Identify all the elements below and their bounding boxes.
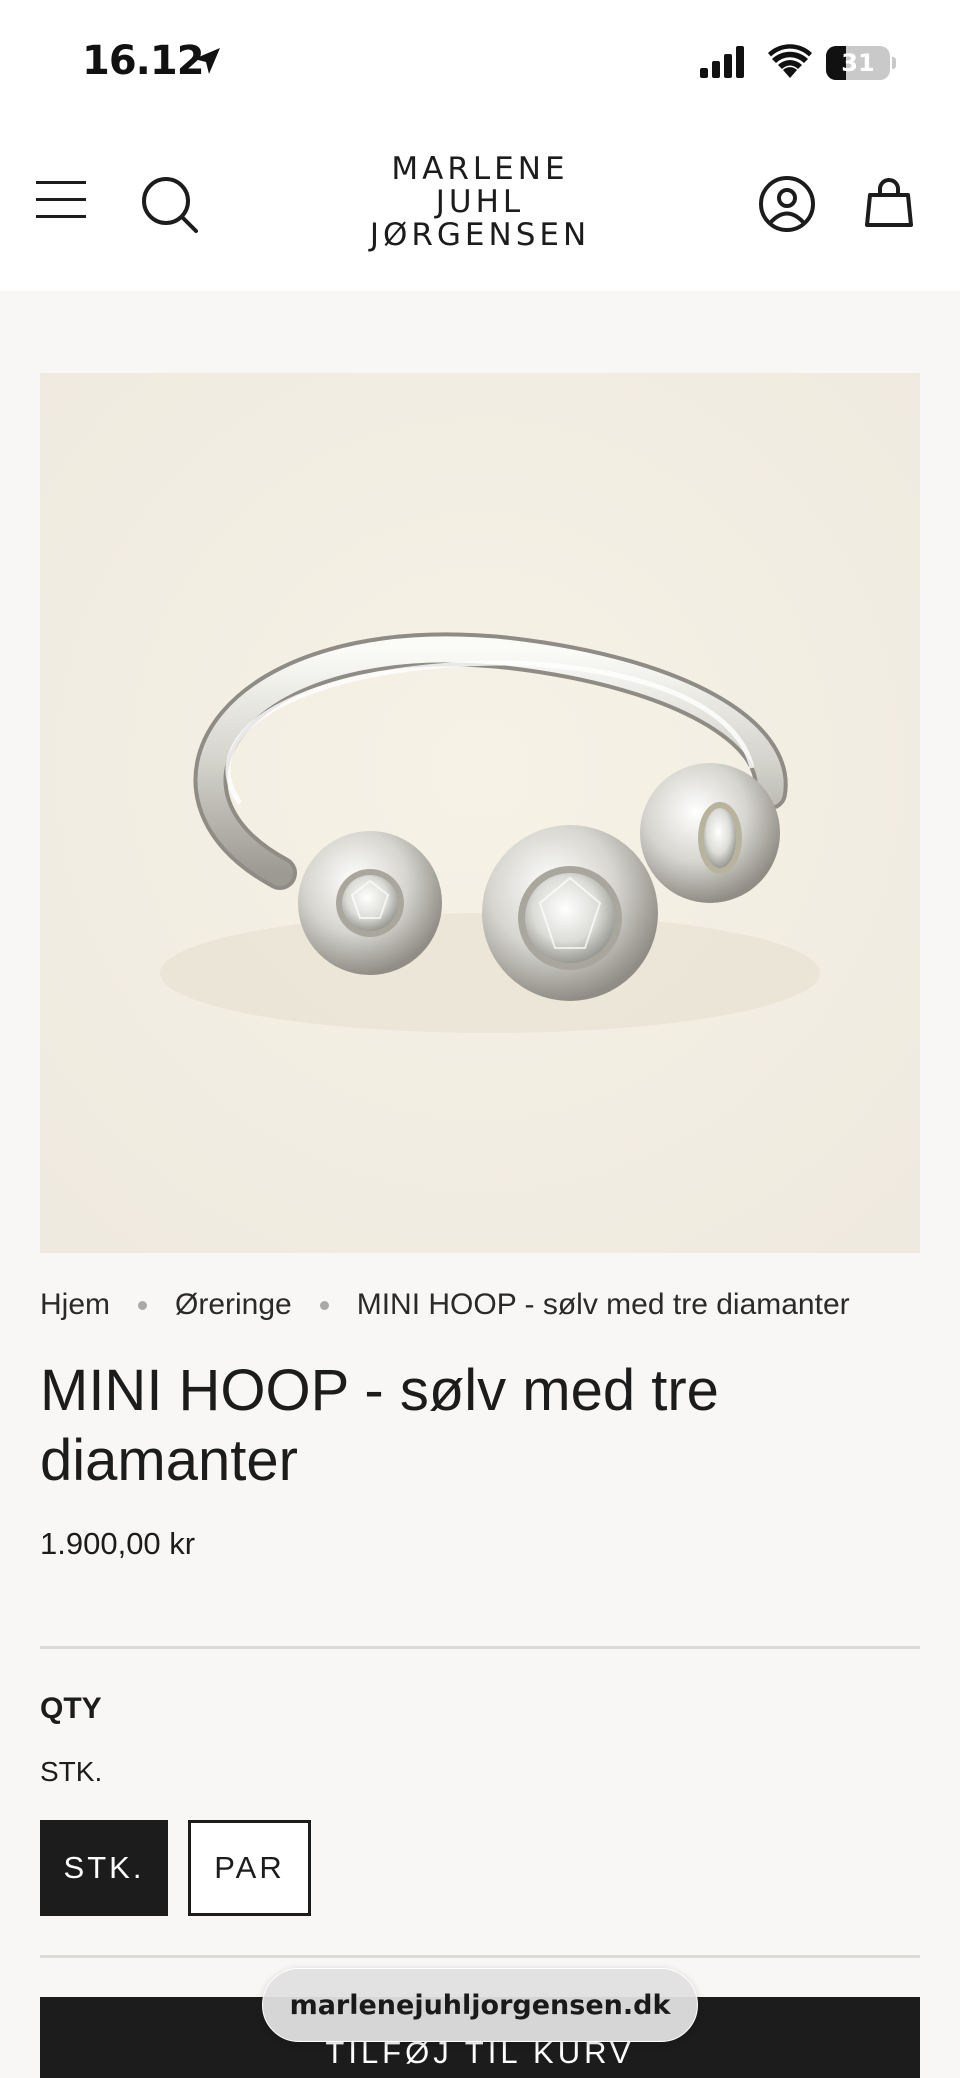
site-header: MARLENE JUHL JØRGENSEN	[0, 125, 960, 291]
product-image[interactable]	[40, 373, 920, 1253]
breadcrumb-current: MINI HOOP - sølv med tre diamanter	[356, 1288, 850, 1321]
breadcrumb-separator	[138, 1300, 148, 1310]
breadcrumb: Hjem Øreringe MINI HOOP - sølv med tre d…	[40, 1285, 850, 1325]
logo-line-3: JØRGENSEN	[369, 217, 591, 253]
option-par-button[interactable]: PAR	[188, 1820, 311, 1916]
divider	[40, 1646, 920, 1649]
option-stk-button[interactable]: STK.	[40, 1820, 168, 1916]
product-title: MINI HOOP - sølv med tre diamanter	[40, 1358, 719, 1493]
battery-icon: 31	[826, 46, 896, 80]
site-logo[interactable]: MARLENE JUHL JØRGENSEN	[330, 153, 630, 252]
account-button[interactable]	[758, 175, 816, 237]
wifi-icon	[768, 44, 812, 82]
battery-level-text: 31	[841, 49, 875, 77]
breadcrumb-separator	[319, 1300, 329, 1310]
menu-icon	[36, 181, 88, 223]
cart-button[interactable]	[864, 177, 914, 233]
ring-image	[40, 373, 920, 1253]
status-bar: 16.12 31	[0, 0, 960, 125]
option-label: QTY	[40, 1692, 102, 1725]
cart-icon	[864, 178, 914, 233]
logo-line-1: MARLENE	[391, 151, 569, 187]
account-icon	[758, 176, 816, 237]
search-button[interactable]	[140, 175, 200, 239]
cellular-signal-icon	[700, 46, 746, 82]
location-arrow-icon	[192, 46, 222, 80]
product-price: 1.900,00 kr	[40, 1526, 196, 1561]
logo-line-2: JUHL	[435, 184, 525, 220]
divider	[40, 1955, 920, 1958]
breadcrumb-category[interactable]: Øreringe	[175, 1288, 292, 1322]
breadcrumb-home[interactable]: Hjem	[40, 1288, 110, 1322]
option-selected-value: STK.	[40, 1756, 103, 1787]
menu-button[interactable]	[36, 179, 88, 223]
status-time: 16.12	[82, 38, 205, 84]
browser-url-bar[interactable]: marlenejuhljorgensen.dk	[262, 1968, 698, 2042]
search-icon	[140, 177, 200, 239]
